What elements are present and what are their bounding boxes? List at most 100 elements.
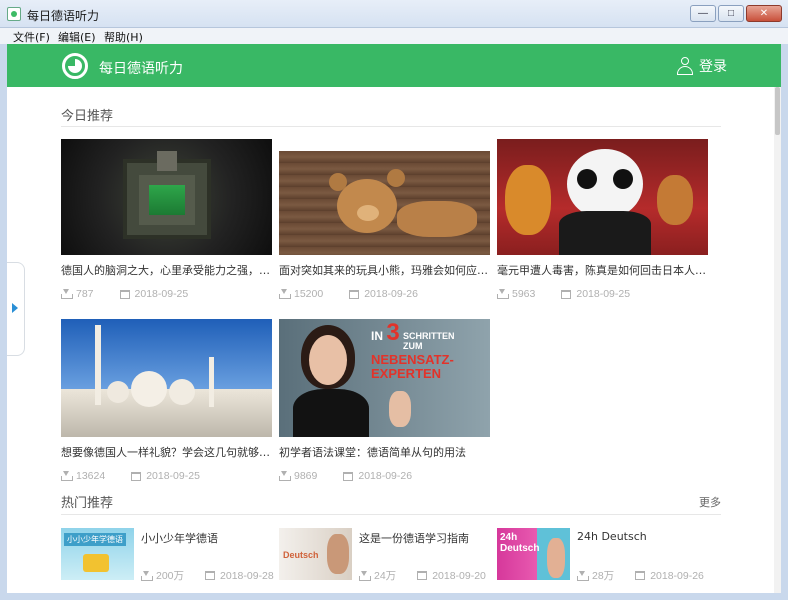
thumb-text: 24h <box>500 532 518 543</box>
calendar-icon <box>635 571 646 580</box>
card-title[interactable]: 想要像德国人一样礼貌？学会这几句就够了~ <box>61 444 272 460</box>
publish-date: 2018-09-26 <box>364 288 418 300</box>
publish-date: 2018-09-25 <box>576 288 631 300</box>
publish-date: 2018-09-26 <box>650 569 704 582</box>
login-label: 登录 <box>699 59 727 75</box>
card-meta: 13624 2018-09-25 <box>61 470 272 482</box>
minimize-button[interactable]: — <box>690 5 716 22</box>
hot-title[interactable]: 这是一份德语学习指南 <box>359 530 469 546</box>
hot-meta: 200万 2018-09-28 <box>141 568 274 583</box>
download-count: 24万 <box>374 570 397 582</box>
vertical-scrollbar[interactable] <box>774 87 781 593</box>
window-title: 每日德语听力 <box>27 9 100 23</box>
calendar-icon <box>119 289 130 299</box>
hot-meta: 28万 2018-09-26 <box>577 568 704 583</box>
menu-edit[interactable]: 编辑(E) <box>58 29 96 45</box>
app-header: 每日德语听力 登录 <box>7 44 781 87</box>
thumb-text: IN <box>371 329 383 343</box>
recommend-card[interactable]: 面对突如其来的玩具小熊，玛雅会如何应对... 15200 2018-09-26 <box>279 151 490 300</box>
card-meta: 787 2018-09-25 <box>61 288 272 300</box>
thumb-text: Deutsch <box>283 550 319 560</box>
recommend-card[interactable]: 想要像德国人一样礼貌？学会这几句就够了~ 13624 2018-09-25 <box>61 319 272 482</box>
hot-section-header: 热门推荐 更多 <box>61 492 721 515</box>
menu-help[interactable]: 帮助(H) <box>104 29 143 45</box>
app-name: 每日德语听力 <box>99 61 183 77</box>
card-meta: 5963 2018-09-25 <box>497 288 708 300</box>
today-section-header: 今日推荐 <box>61 105 721 127</box>
recommend-card[interactable]: 毫元甲遭人毒害，陈真是如何回击日本人的？ 5963 2018-09-25 <box>497 139 708 300</box>
main-content: 今日推荐 德国人的脑洞之大，心里承受能力之强，真... 787 2018-09-… <box>7 87 781 593</box>
download-icon <box>577 570 589 581</box>
download-count: 5963 <box>512 288 536 300</box>
hot-thumbnail[interactable]: 小小少年学德语 <box>61 528 134 580</box>
download-count: 787 <box>76 288 94 300</box>
login-button[interactable]: 登录 <box>677 56 727 76</box>
download-icon <box>279 289 291 299</box>
publish-date: 2018-09-25 <box>146 470 200 482</box>
scrollbar-thumb[interactable] <box>775 87 780 135</box>
maximize-button[interactable]: □ <box>718 5 744 22</box>
hot-item[interactable]: 小小少年学德语 小小少年学德语 200万 2018-09-28 <box>61 528 276 583</box>
menu-bar: 文件(F) 编辑(E) 帮助(H) <box>0 28 788 44</box>
hot-thumbnail[interactable]: 24h Deutsch <box>497 528 570 580</box>
user-icon <box>677 57 693 75</box>
window-controls: — □ ✕ <box>690 5 782 22</box>
app-window-icon <box>7 7 21 21</box>
publish-date: 2018-09-25 <box>134 288 189 300</box>
download-icon <box>61 289 73 299</box>
thumb-text: EXPERTEN <box>371 366 442 381</box>
download-count: 28万 <box>592 570 615 582</box>
card-thumbnail[interactable]: IN 3 SCHRITTEN ZUM NEBENSATZ- EXPERTEN <box>279 319 490 437</box>
calendar-icon <box>131 471 142 481</box>
card-thumbnail[interactable] <box>279 151 490 255</box>
today-section-title: 今日推荐 <box>61 109 114 124</box>
hot-section-title: 热门推荐 <box>61 496 114 511</box>
calendar-icon <box>561 289 572 299</box>
sidebar-expand-handle[interactable] <box>7 262 25 356</box>
calendar-icon <box>343 471 354 481</box>
download-icon <box>359 570 371 581</box>
publish-date: 2018-09-28 <box>220 569 274 582</box>
download-count: 13624 <box>76 470 106 482</box>
hot-item[interactable]: 24h Deutsch 24h Deutsch 28万 2018-09-26 <box>497 528 712 583</box>
thumb-text: 3 <box>386 319 400 346</box>
calendar-icon <box>205 571 216 580</box>
more-link[interactable]: 更多 <box>699 494 721 510</box>
download-icon <box>279 471 291 481</box>
thumb-text: NEBENSATZ- <box>371 352 454 367</box>
card-meta: 15200 2018-09-26 <box>279 288 490 300</box>
thumb-text: SCHRITTEN <box>403 331 455 341</box>
thumb-text: 小小少年学德语 <box>64 533 126 546</box>
hot-thumbnail[interactable]: Deutsch <box>279 528 352 580</box>
card-thumbnail[interactable] <box>61 319 272 437</box>
download-icon <box>61 471 73 481</box>
thumb-text: Deutsch <box>500 543 540 554</box>
menu-file[interactable]: 文件(F) <box>13 29 50 45</box>
hot-item[interactable]: Deutsch 这是一份德语学习指南 24万 2018-09-20 <box>279 528 494 583</box>
publish-date: 2018-09-20 <box>432 569 486 582</box>
calendar-icon <box>417 571 428 580</box>
recommend-card[interactable]: IN 3 SCHRITTEN ZUM NEBENSATZ- EXPERTEN 初… <box>279 319 490 482</box>
calendar-icon <box>349 289 360 299</box>
card-thumbnail[interactable] <box>497 139 708 255</box>
hot-title[interactable]: 小小少年学德语 <box>141 530 218 546</box>
card-title[interactable]: 德国人的脑洞之大，心里承受能力之强，真... <box>61 262 272 278</box>
window-titlebar: 每日德语听力 — □ ✕ <box>0 0 788 28</box>
hot-title[interactable]: 24h Deutsch <box>577 530 647 543</box>
download-count: 200万 <box>156 570 185 582</box>
card-meta: 9869 2018-09-26 <box>279 470 490 482</box>
card-thumbnail[interactable] <box>61 139 272 255</box>
hot-meta: 24万 2018-09-20 <box>359 568 486 583</box>
download-count: 15200 <box>294 288 324 300</box>
recommend-card[interactable]: 德国人的脑洞之大，心里承受能力之强，真... 787 2018-09-25 <box>61 139 272 300</box>
card-title[interactable]: 初学者语法课堂：德语简单从句的用法 <box>279 444 490 460</box>
card-title[interactable]: 毫元甲遭人毒害，陈真是如何回击日本人的？ <box>497 262 708 278</box>
download-icon <box>497 289 509 299</box>
download-icon <box>141 570 153 581</box>
thumb-text: ZUM <box>403 341 423 351</box>
card-title[interactable]: 面对突如其来的玩具小熊，玛雅会如何应对... <box>279 262 490 278</box>
close-button[interactable]: ✕ <box>746 5 782 22</box>
publish-date: 2018-09-26 <box>358 470 413 482</box>
download-count: 9869 <box>294 470 318 482</box>
app-logo-icon <box>62 53 88 79</box>
